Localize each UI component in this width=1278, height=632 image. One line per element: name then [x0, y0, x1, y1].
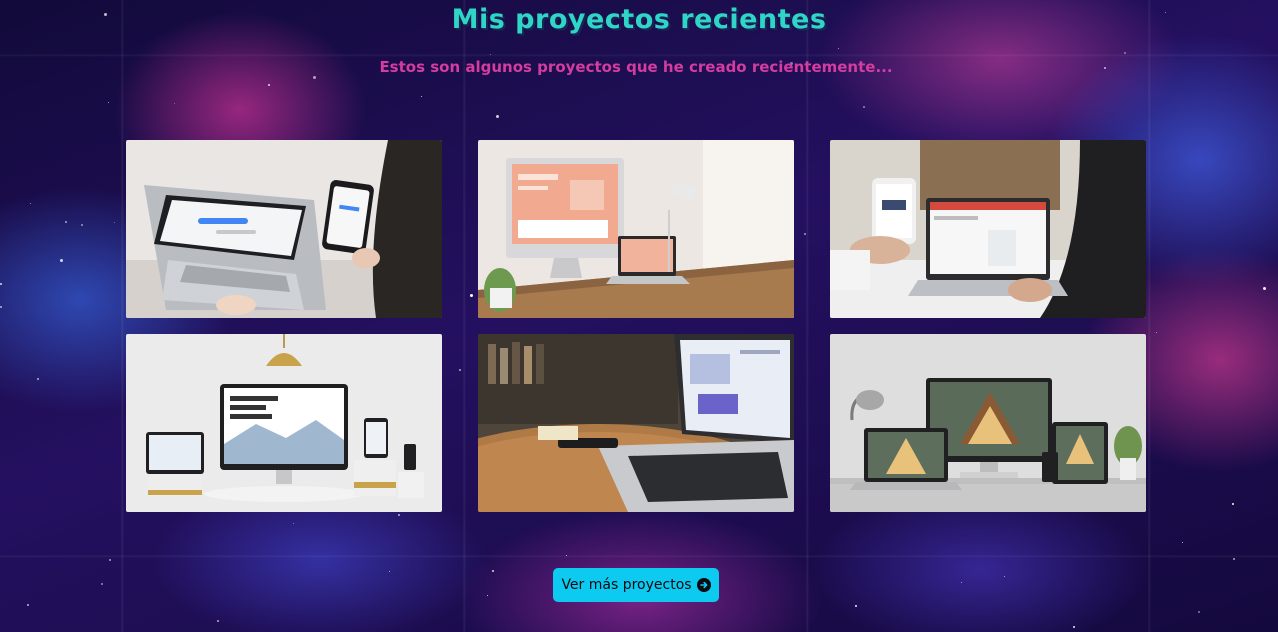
project-card-1[interactable]	[126, 140, 442, 318]
star	[961, 582, 962, 583]
star	[855, 605, 857, 607]
project-image-4	[126, 334, 442, 512]
project-image-6	[830, 334, 1146, 512]
star	[30, 203, 31, 204]
star	[1232, 503, 1234, 505]
page-title: Mis proyectos recientes	[451, 4, 827, 35]
project-card-3[interactable]	[830, 140, 1146, 318]
star	[65, 221, 67, 223]
see-more-projects-label: Ver más proyectos	[561, 577, 692, 593]
star	[1198, 611, 1200, 613]
project-image-5	[478, 334, 794, 512]
star	[1263, 287, 1266, 290]
star	[492, 570, 494, 572]
star	[108, 102, 109, 103]
star	[421, 96, 422, 97]
star	[1124, 52, 1126, 54]
star	[0, 306, 2, 308]
star	[81, 224, 83, 226]
star	[101, 583, 103, 585]
star	[863, 106, 865, 108]
star	[174, 103, 175, 104]
projects-gallery	[126, 140, 1146, 512]
project-image-3	[830, 140, 1146, 318]
arrow-right-circle-icon	[696, 578, 711, 592]
project-card-5[interactable]	[478, 334, 794, 512]
star	[496, 115, 499, 118]
page-subtitle: Estos son algunos proyectos que he cread…	[379, 58, 893, 76]
project-image-1	[126, 140, 442, 318]
star	[114, 222, 115, 223]
star	[1004, 576, 1005, 577]
see-more-projects-button[interactable]: Ver más proyectos	[553, 568, 719, 602]
star	[398, 514, 400, 516]
project-card-4[interactable]	[126, 334, 442, 512]
star	[487, 595, 488, 596]
star	[1156, 332, 1157, 333]
star	[389, 571, 390, 572]
project-image-2	[478, 140, 794, 318]
star	[313, 76, 316, 79]
star	[217, 620, 219, 622]
star	[293, 523, 294, 524]
star	[268, 84, 270, 86]
star	[109, 559, 111, 561]
star	[60, 259, 63, 262]
project-card-6[interactable]	[830, 334, 1146, 512]
star	[27, 604, 29, 606]
star	[1233, 558, 1235, 560]
project-card-2[interactable]	[478, 140, 794, 318]
star	[566, 555, 567, 556]
star	[490, 54, 491, 55]
star	[37, 378, 39, 380]
star	[1073, 626, 1075, 628]
star	[838, 48, 839, 49]
star	[0, 283, 2, 285]
star	[1182, 542, 1183, 543]
